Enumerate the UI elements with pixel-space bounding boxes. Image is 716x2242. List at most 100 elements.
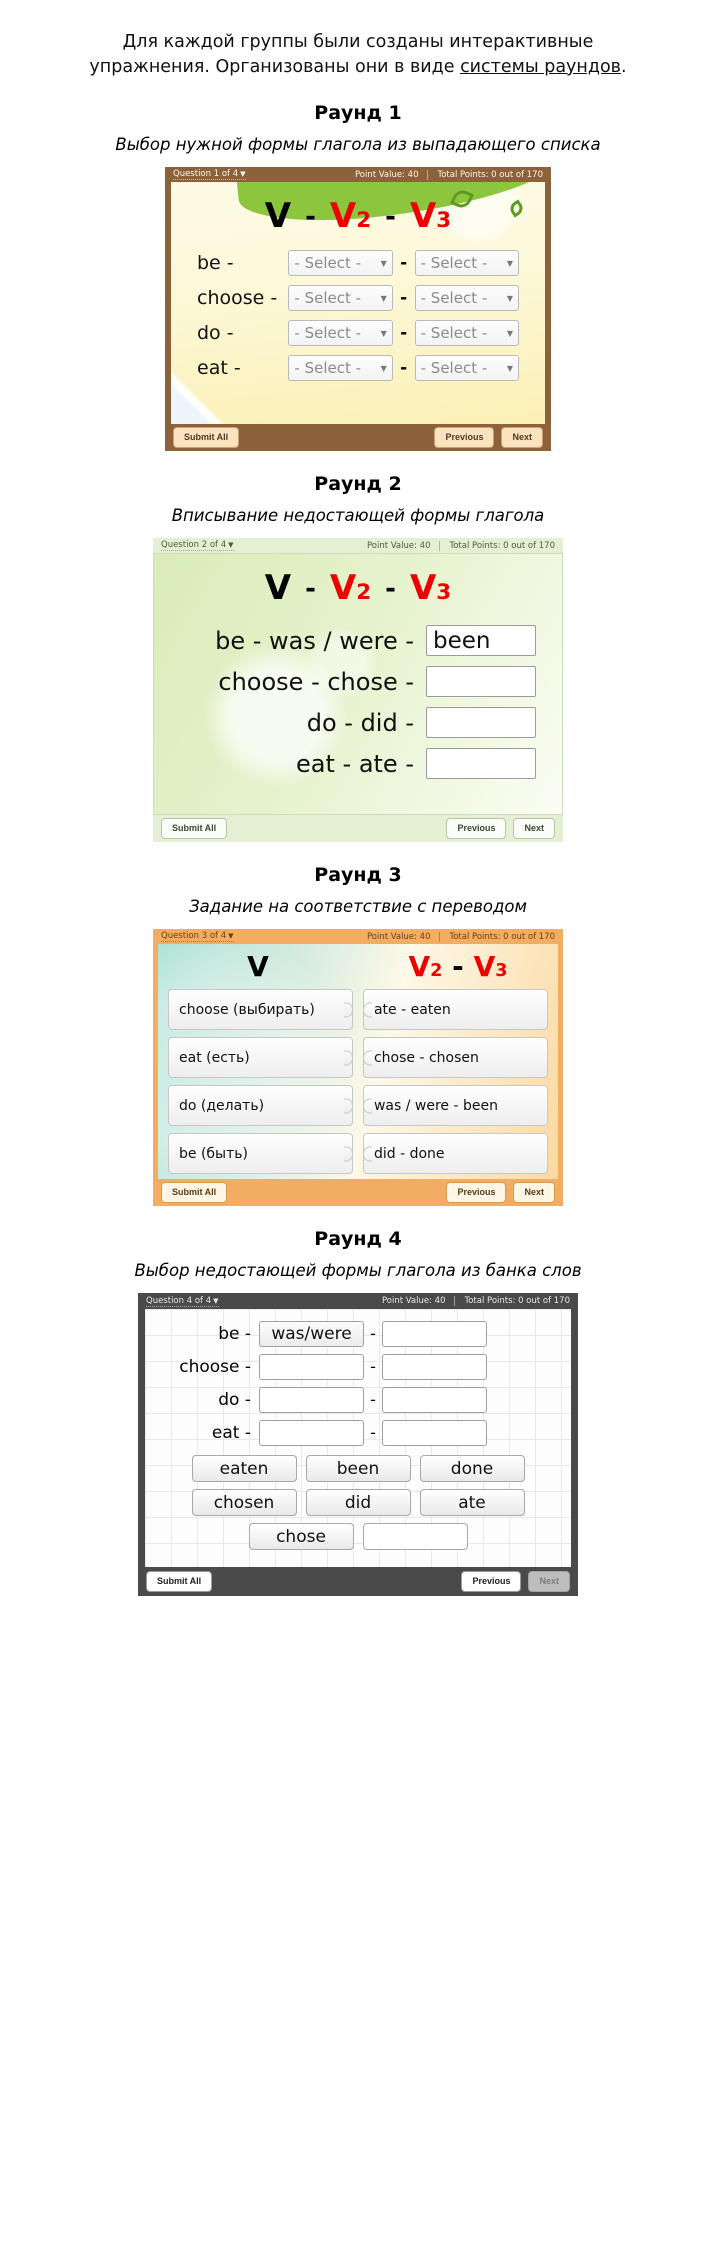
widget-1-points: Point Value: 40 Total Points: 0 out of 1… (355, 169, 543, 180)
table-row: do - - (159, 1383, 557, 1416)
widget-2-body: V - V2 - V3 be - was / were - been choos… (153, 553, 563, 816)
total-points-4: Total Points: 0 out of 170 (464, 1296, 570, 1307)
drop-slot-v2-do[interactable] (259, 1386, 364, 1413)
match-left-choose[interactable]: choose (выбирать) (168, 989, 354, 1031)
puzzle-notch-icon (362, 1002, 372, 1018)
submit-all-button-3[interactable]: Submit All (161, 1182, 228, 1204)
prompt-eat: eat - ate - (296, 749, 414, 778)
match-left-do[interactable]: do (делать) (168, 1085, 354, 1127)
select-v2-be[interactable]: - Select - ▼ (288, 250, 393, 277)
match-right-ate-eaten[interactable]: ate - eaten (362, 989, 548, 1031)
match-right-did-done[interactable]: did - done (362, 1133, 548, 1175)
answer-input-do[interactable] (426, 707, 536, 739)
intro-line-1: Для каждой группы были созданы интеракти… (122, 31, 594, 52)
match-left-be[interactable]: be (быть) (168, 1133, 354, 1175)
next-button-1[interactable]: Next (501, 427, 543, 449)
select-v3-do[interactable]: - Select - ▼ (414, 320, 519, 347)
word-chip-did[interactable]: did (305, 1489, 411, 1517)
word-chip-eaten[interactable]: eaten (191, 1455, 297, 1483)
word-chip-chose[interactable]: chose (248, 1523, 354, 1551)
match-row: be (быть) did - done (168, 1133, 548, 1175)
row-dash: - (370, 1390, 376, 1410)
widget-3-footer: Submit All Previous Next (153, 1179, 563, 1207)
row-dash: - (370, 1357, 376, 1377)
header-v2: V2 (329, 568, 372, 609)
match-row: choose (выбирать) ate - eaten (168, 989, 548, 1031)
row-dash: - (400, 323, 408, 344)
table-row: eat - ate - (178, 743, 536, 784)
submit-all-button-4[interactable]: Submit All (146, 1571, 213, 1593)
word-bank: eaten been done chosen did ate chose (145, 1449, 571, 1551)
intro-link-rounds-system[interactable]: системы раундов (460, 57, 621, 77)
select-v3-choose[interactable]: - Select - ▼ (414, 285, 519, 312)
answer-input-eat[interactable] (426, 748, 536, 780)
chevron-down-icon: ▼ (380, 293, 387, 303)
question-label-1: Question 1 of 4 (173, 169, 239, 180)
question-selector-3[interactable]: Question 3 of 4 ▼ (161, 931, 234, 943)
drop-slot-v3-do[interactable] (382, 1386, 487, 1413)
match-row: eat (есть) chose - chosen (168, 1037, 548, 1079)
round-3-title: Раунд 3 (314, 864, 402, 887)
chevron-down-icon: ▼ (506, 363, 513, 373)
previous-button-2[interactable]: Previous (446, 818, 507, 840)
question-selector-4[interactable]: Question 4 of 4 ▼ (146, 1296, 219, 1307)
drop-slot-v3-be[interactable] (382, 1320, 487, 1347)
header-v: V (264, 196, 292, 237)
table-row: be - - Select - ▼ - - Select - ▼ (197, 250, 519, 277)
table-row: choose - - Select - ▼ - - Select - ▼ (197, 285, 519, 312)
round-4-rows: be - was/were - choose - - do - - eat - … (145, 1309, 571, 1449)
header-dash: - (385, 574, 396, 605)
widget-2-nav: Previous Next (446, 818, 555, 840)
table-row: do - did - (178, 702, 536, 743)
answer-input-choose[interactable] (426, 666, 536, 698)
puzzle-notch-icon (362, 1098, 372, 1114)
exercise-widget-round-3: Question 3 of 4 ▼ Point Value: 40 Total P… (153, 929, 563, 1207)
select-v2-eat[interactable]: - Select - ▼ (288, 355, 393, 382)
question-selector-2[interactable]: Question 2 of 4 ▼ (161, 540, 234, 552)
drop-slot-v2-eat[interactable] (259, 1419, 364, 1446)
point-value-3: Point Value: 40 (366, 931, 431, 942)
word-chip-done[interactable]: done (419, 1455, 525, 1483)
intro-line-2-before: упражнения. Организованы они в виде (89, 56, 461, 77)
chevron-down-icon: ▼ (228, 932, 234, 941)
page-root: Для каждой группы были созданы интеракти… (0, 18, 716, 1597)
previous-button-1[interactable]: Previous (434, 427, 495, 449)
drop-slot-v2-be[interactable]: was/were (259, 1320, 364, 1347)
word-chip-ate[interactable]: ate (419, 1489, 525, 1517)
puzzle-knob-icon (344, 1146, 354, 1162)
drop-slot-v3-choose[interactable] (382, 1353, 487, 1380)
question-selector-1[interactable]: Question 1 of 4 ▼ (173, 169, 246, 181)
next-button-2[interactable]: Next (513, 818, 555, 840)
puzzle-notch-icon (362, 1146, 372, 1162)
drop-slot-v2-choose[interactable] (259, 1353, 364, 1380)
widget-3-points: Point Value: 40 Total Points: 0 out of 1… (366, 931, 555, 942)
answer-input-be[interactable]: been (426, 625, 536, 657)
word-bank-row: eaten been done (145, 1455, 571, 1483)
word-chip-empty-slot[interactable] (362, 1523, 468, 1551)
word-chip-chosen[interactable]: chosen (191, 1489, 297, 1517)
match-row: do (делать) was / were - been (168, 1085, 548, 1127)
exercise-widget-round-2: Question 2 of 4 ▼ Point Value: 40 Total P… (153, 538, 563, 843)
table-row: do - - Select - ▼ - - Select - ▼ (197, 320, 519, 347)
header-dash: - (385, 202, 396, 233)
verb-label: do - (197, 322, 234, 345)
chevron-down-icon: ▼ (213, 1296, 219, 1305)
submit-all-button-1[interactable]: Submit All (173, 427, 240, 449)
select-v3-be[interactable]: - Select - ▼ (414, 250, 519, 277)
exercise-widget-round-4: Question 4 of 4 ▼ Point Value: 40 Total P… (138, 1293, 578, 1597)
match-right-chose-chosen[interactable]: chose - chosen (362, 1037, 548, 1079)
divider (439, 931, 441, 942)
match-right-was-were-been[interactable]: was / were - been (362, 1085, 548, 1127)
select-v2-do[interactable]: - Select - ▼ (288, 320, 393, 347)
drop-slot-v3-eat[interactable] (382, 1419, 487, 1446)
select-v2-choose[interactable]: - Select - ▼ (288, 285, 393, 312)
previous-button-3[interactable]: Previous (446, 1182, 507, 1204)
puzzle-knob-icon (344, 1002, 354, 1018)
match-left-eat[interactable]: eat (есть) (168, 1037, 354, 1079)
select-v3-eat[interactable]: - Select - ▼ (414, 355, 519, 382)
previous-button-4[interactable]: Previous (461, 1571, 522, 1593)
word-chip-been[interactable]: been (305, 1455, 411, 1483)
submit-all-button-2[interactable]: Submit All (161, 818, 228, 840)
next-button-3[interactable]: Next (513, 1182, 555, 1204)
verb-label: be - (197, 252, 234, 275)
